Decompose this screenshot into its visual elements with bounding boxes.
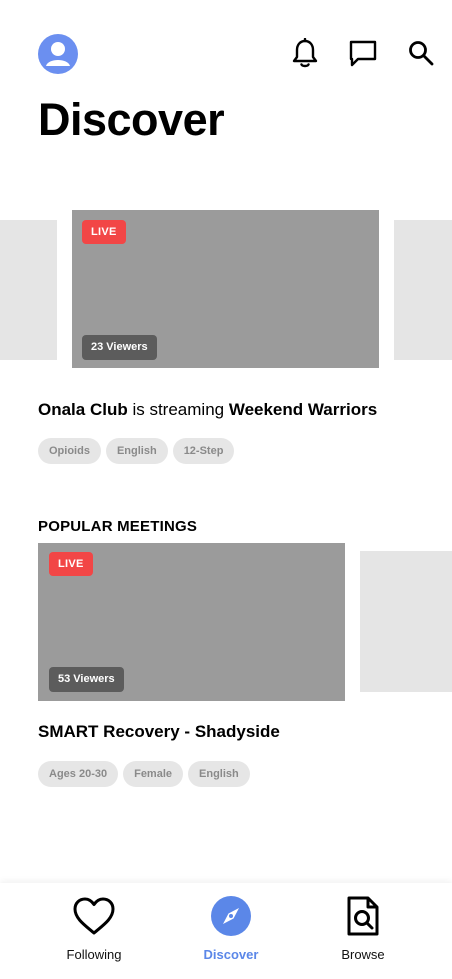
nav-item-discover[interactable]: Discover [176,893,286,962]
popular-meeting-card[interactable]: LIVE 53 Viewers [38,543,345,701]
search-icon[interactable] [404,36,438,70]
message-icon[interactable] [346,36,380,70]
featured-stream-title[interactable]: Onala Club is streaming Weekend Warriors [38,399,377,421]
tag: English [105,438,168,464]
featured-stream-card[interactable]: LIVE 23 Viewers [72,210,379,368]
viewers-count: 23 Viewers [82,335,157,360]
heart-icon [71,893,117,939]
carousel-next-card[interactable] [394,220,452,360]
host-name: Onala Club [38,400,128,419]
document-search-icon [340,893,386,939]
bell-icon[interactable] [288,36,322,70]
tag: Female [123,761,184,787]
live-badge: LIVE [49,552,93,576]
compass-icon [208,893,254,939]
tag: Ages 20-30 [38,761,119,787]
live-badge: LIVE [82,220,126,244]
page-title: Discover [38,94,225,145]
meeting-tags: Ages 20-30 Female English [38,761,250,787]
carousel-next-card[interactable] [360,551,452,692]
nav-item-browse[interactable]: Browse [308,893,418,962]
carousel-prev-card[interactable] [0,220,57,360]
nav-label: Discover [203,947,259,962]
bottom-nav: Following Discover Browse [0,883,452,979]
stream-connector: is streaming [127,400,229,419]
user-avatar-icon[interactable] [38,34,78,74]
nav-item-following[interactable]: Following [39,893,149,962]
meeting-title[interactable]: SMART Recovery - Shadyside [38,722,280,742]
viewers-count: 53 Viewers [49,667,124,692]
section-title: POPULAR MEETINGS [38,518,198,535]
featured-tags: Opioids English 12-Step [38,438,235,464]
tag: English [188,761,250,787]
meeting-name: Weekend Warriors [228,400,378,419]
nav-label: Following [66,947,122,962]
nav-label: Browse [341,947,385,962]
tag: 12-Step [172,438,235,464]
tag: Opioids [38,438,101,464]
